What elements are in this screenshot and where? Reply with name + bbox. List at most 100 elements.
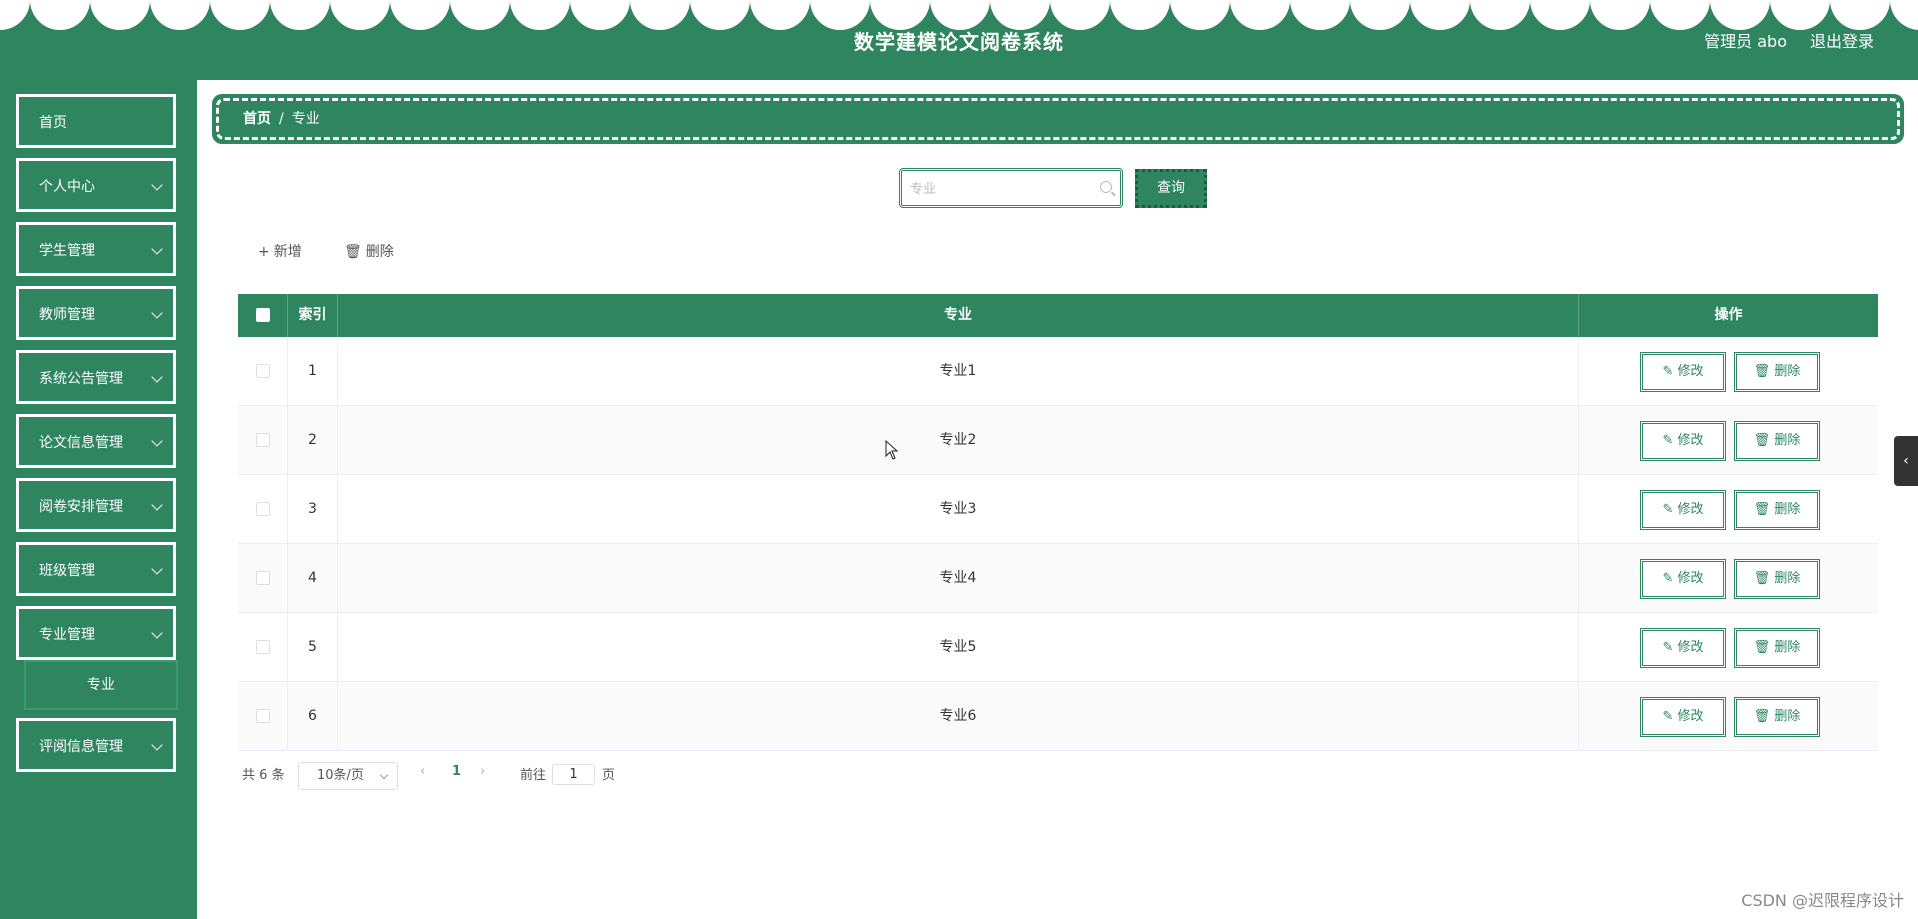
delete-button[interactable]: 🗑 删除 <box>1734 697 1820 737</box>
column-header-major: 专业 <box>338 294 1579 337</box>
delete-button[interactable]: 🗑 删除 <box>1734 352 1820 392</box>
breadcrumb-separator: / <box>279 111 284 127</box>
collapse-panel-handle[interactable]: ‹ <box>1894 436 1918 486</box>
edit-button-label: 修改 <box>1677 709 1704 724</box>
chevron-down-icon <box>151 243 163 255</box>
row-select-cell <box>238 475 288 544</box>
trash-icon: 🗑 <box>1753 433 1775 448</box>
edit-button[interactable]: ✎ 修改 <box>1640 628 1726 668</box>
sidebar-item-label: 论文信息管理 <box>39 435 123 451</box>
row-index: 3 <box>288 475 338 544</box>
sidebar-item-label: 首页 <box>39 115 67 131</box>
select-all-cell <box>238 294 288 337</box>
row-actions: ✎ 修改 🗑 删除 <box>1579 682 1878 751</box>
row-major: 专业5 <box>338 613 1579 682</box>
delete-button[interactable]: 🗑 删除 <box>1734 559 1820 599</box>
edit-button[interactable]: ✎ 修改 <box>1640 559 1726 599</box>
sidebar-item-review-management[interactable]: 评阅信息管理 <box>14 716 178 774</box>
row-actions: ✎ 修改 🗑 删除 <box>1579 406 1878 475</box>
sidebar-item-student-management[interactable]: 学生管理 <box>14 220 178 278</box>
plus-icon: + <box>258 244 270 260</box>
search-box <box>899 168 1123 208</box>
row-actions: ✎ 修改 🗑 删除 <box>1579 544 1878 613</box>
sidebar-item-class-management[interactable]: 班级管理 <box>14 540 178 598</box>
row-checkbox[interactable] <box>255 502 270 516</box>
sidebar-item-major-management[interactable]: 专业管理 <box>14 604 178 662</box>
prev-page-button[interactable]: ‹ <box>420 764 425 779</box>
logout-link[interactable]: 退出登录 <box>1810 28 1874 52</box>
pagination-total: 共 6 条 <box>242 768 285 783</box>
sidebar-item-paper-management[interactable]: 论文信息管理 <box>14 412 178 470</box>
row-major: 专业1 <box>338 337 1579 406</box>
breadcrumb-current: 专业 <box>291 111 320 127</box>
goto-label: 前往 <box>520 768 547 783</box>
delete-button-label: 删除 <box>1774 364 1801 379</box>
edit-button[interactable]: ✎ 修改 <box>1640 697 1726 737</box>
query-button[interactable]: 查询 <box>1135 169 1207 208</box>
row-index: 4 <box>288 544 338 613</box>
row-checkbox[interactable] <box>255 571 270 585</box>
delete-button[interactable]: 🗑 删除 <box>1734 628 1820 668</box>
delete-button-label: 删除 <box>1774 571 1801 586</box>
row-major: 专业6 <box>338 682 1579 751</box>
trash-icon: 🗑 <box>1753 502 1775 517</box>
row-select-cell <box>238 406 288 475</box>
top-header: 数学建模论文阅卷系统 管理员 abo 退出登录 <box>0 0 1918 80</box>
chevron-down-icon <box>151 499 163 511</box>
row-index: 2 <box>288 406 338 475</box>
edit-button-label: 修改 <box>1677 433 1704 448</box>
table-row: 6 专业6 ✎ 修改 🗑 删除 <box>238 682 1878 751</box>
delete-button[interactable]: 🗑 删除 <box>1734 490 1820 530</box>
pencil-icon: ✎ <box>1662 640 1678 655</box>
pencil-icon: ✎ <box>1662 709 1678 724</box>
row-checkbox[interactable] <box>255 640 270 654</box>
sidebar-item-home[interactable]: 首页 <box>14 92 178 150</box>
row-checkbox[interactable] <box>255 433 270 447</box>
row-checkbox[interactable] <box>255 709 270 723</box>
delete-button-label: 删除 <box>365 244 394 260</box>
sidebar-item-teacher-management[interactable]: 教师管理 <box>14 284 178 342</box>
edit-button-label: 修改 <box>1677 364 1704 379</box>
next-page-button[interactable]: › <box>480 764 485 779</box>
page-size-select[interactable]: 10条/页 <box>298 762 398 790</box>
trash-icon: 🗑 <box>1753 640 1775 655</box>
goto-page-input[interactable]: 1 <box>552 764 595 785</box>
sidebar-item-label: 个人中心 <box>39 179 95 195</box>
edit-button[interactable]: ✎ 修改 <box>1640 490 1726 530</box>
row-major: 专业2 <box>338 406 1579 475</box>
sidebar-item-announcement-management[interactable]: 系统公告管理 <box>14 348 178 406</box>
row-major: 专业3 <box>338 475 1579 544</box>
breadcrumb: 首页 / 专业 <box>212 94 1904 144</box>
row-checkbox[interactable] <box>255 364 270 378</box>
edit-button-label: 修改 <box>1677 640 1704 655</box>
row-select-cell <box>238 544 288 613</box>
column-header-actions: 操作 <box>1714 307 1743 323</box>
page-number-1[interactable]: 1 <box>452 764 461 779</box>
breadcrumb-home[interactable]: 首页 <box>243 111 271 127</box>
search-icon <box>1100 181 1112 193</box>
mouse-cursor-icon <box>885 440 899 460</box>
edit-button[interactable]: ✎ 修改 <box>1640 352 1726 392</box>
search-input[interactable] <box>908 175 1088 201</box>
row-select-cell <box>238 682 288 751</box>
row-select-cell <box>238 613 288 682</box>
batch-delete-button[interactable]: 🗑 删除 <box>344 241 394 261</box>
add-button[interactable]: + 新增 <box>258 241 302 261</box>
row-index: 1 <box>288 337 338 406</box>
current-user: 管理员 abo <box>1704 32 1787 51</box>
edit-button[interactable]: ✎ 修改 <box>1640 421 1726 461</box>
table-row: 2 专业2 ✎ 修改 🗑 删除 <box>238 406 1878 475</box>
app-title: 数学建模论文阅卷系统 <box>854 30 1064 54</box>
select-all-checkbox[interactable] <box>255 308 270 322</box>
chevron-down-icon <box>151 435 163 447</box>
sidebar-item-personal-center[interactable]: 个人中心 <box>14 156 178 214</box>
table-row: 4 专业4 ✎ 修改 🗑 删除 <box>238 544 1878 613</box>
trash-icon: 🗑 <box>344 244 362 260</box>
row-index: 5 <box>288 613 338 682</box>
sidebar-item-grading-schedule[interactable]: 阅卷安排管理 <box>14 476 178 534</box>
chevron-down-icon <box>151 179 163 191</box>
sidebar-subitem-major[interactable]: 专业 <box>26 662 176 708</box>
delete-button[interactable]: 🗑 删除 <box>1734 421 1820 461</box>
page-size-value: 10条/页 <box>317 768 364 783</box>
column-header-index: 索引 <box>288 294 338 337</box>
